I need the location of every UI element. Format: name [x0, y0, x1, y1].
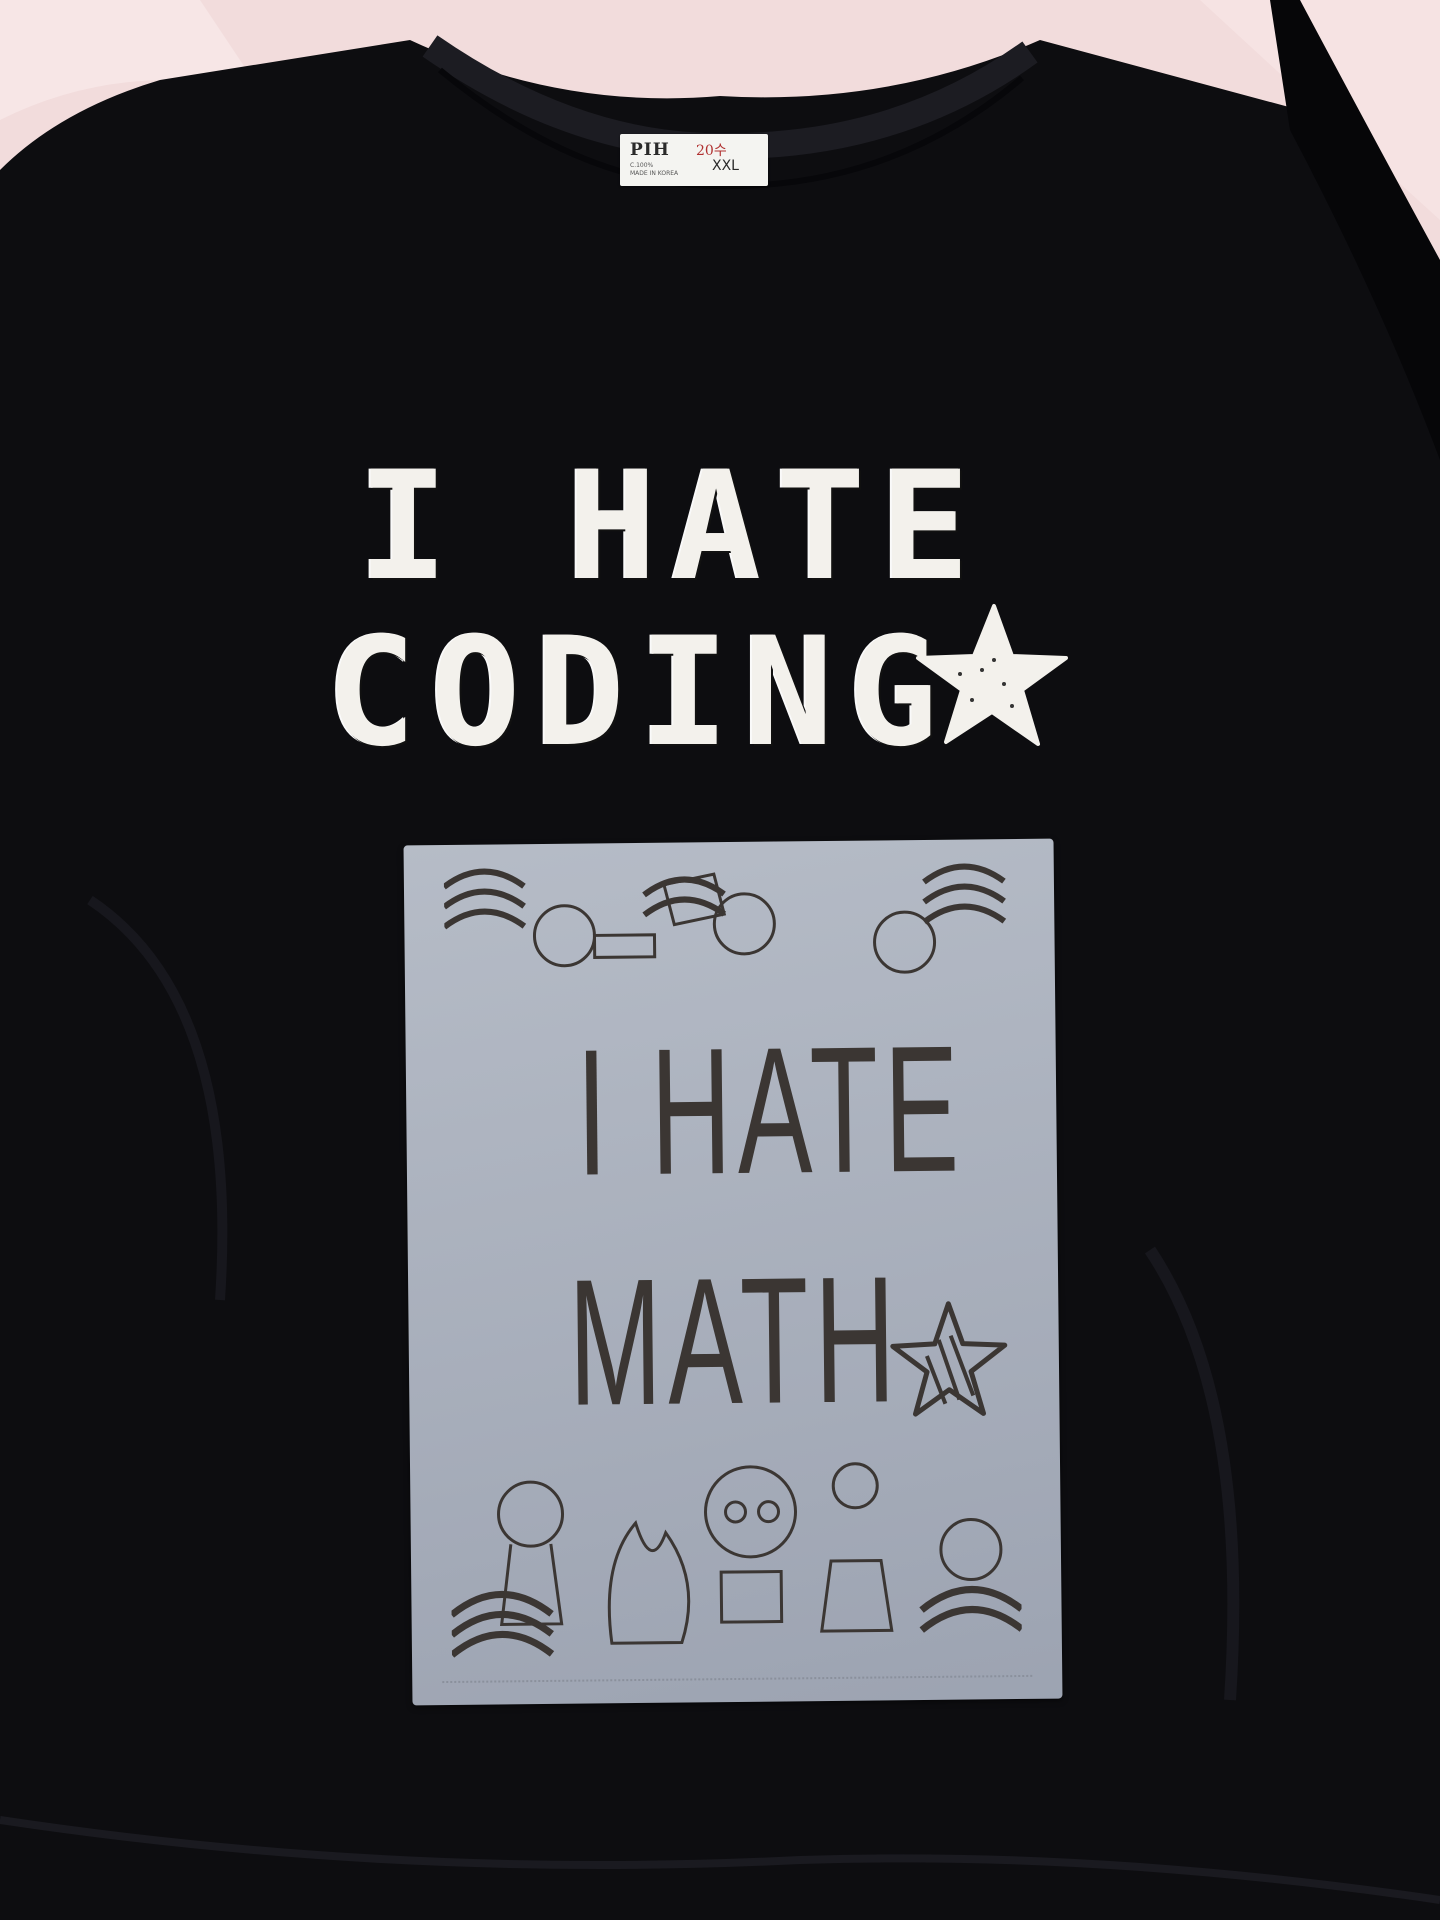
cartoon-girl-icon — [532, 872, 937, 974]
shirt-print-line-2: CODING — [326, 606, 952, 780]
shirt-size-tag: PIH 20수 XXL C.100% MADE IN KOREA — [620, 134, 768, 186]
tag-brand: PIH — [630, 140, 670, 160]
flame-icon — [449, 1462, 1023, 1658]
clear-file-folder: I HATE MATH — [403, 838, 1063, 1706]
folder-seam — [442, 1674, 1033, 1684]
tag-size: XXL — [712, 158, 739, 174]
photo-scene: PIH 20수 XXL C.100% MADE IN KOREA I HATE … — [0, 0, 1440, 1920]
star-icon — [916, 604, 1068, 746]
shirt-print-line-1: I HATE — [358, 440, 984, 614]
star-icon — [890, 1301, 1008, 1417]
folder-print-line-1: I HATE — [575, 1008, 966, 1214]
tag-thread-count: 20수 — [696, 143, 727, 159]
tag-fine-print: C.100% MADE IN KOREA — [630, 162, 679, 177]
folder-print-line-2: MATH — [567, 1239, 903, 1444]
wave-pattern-icon — [443, 863, 1007, 974]
